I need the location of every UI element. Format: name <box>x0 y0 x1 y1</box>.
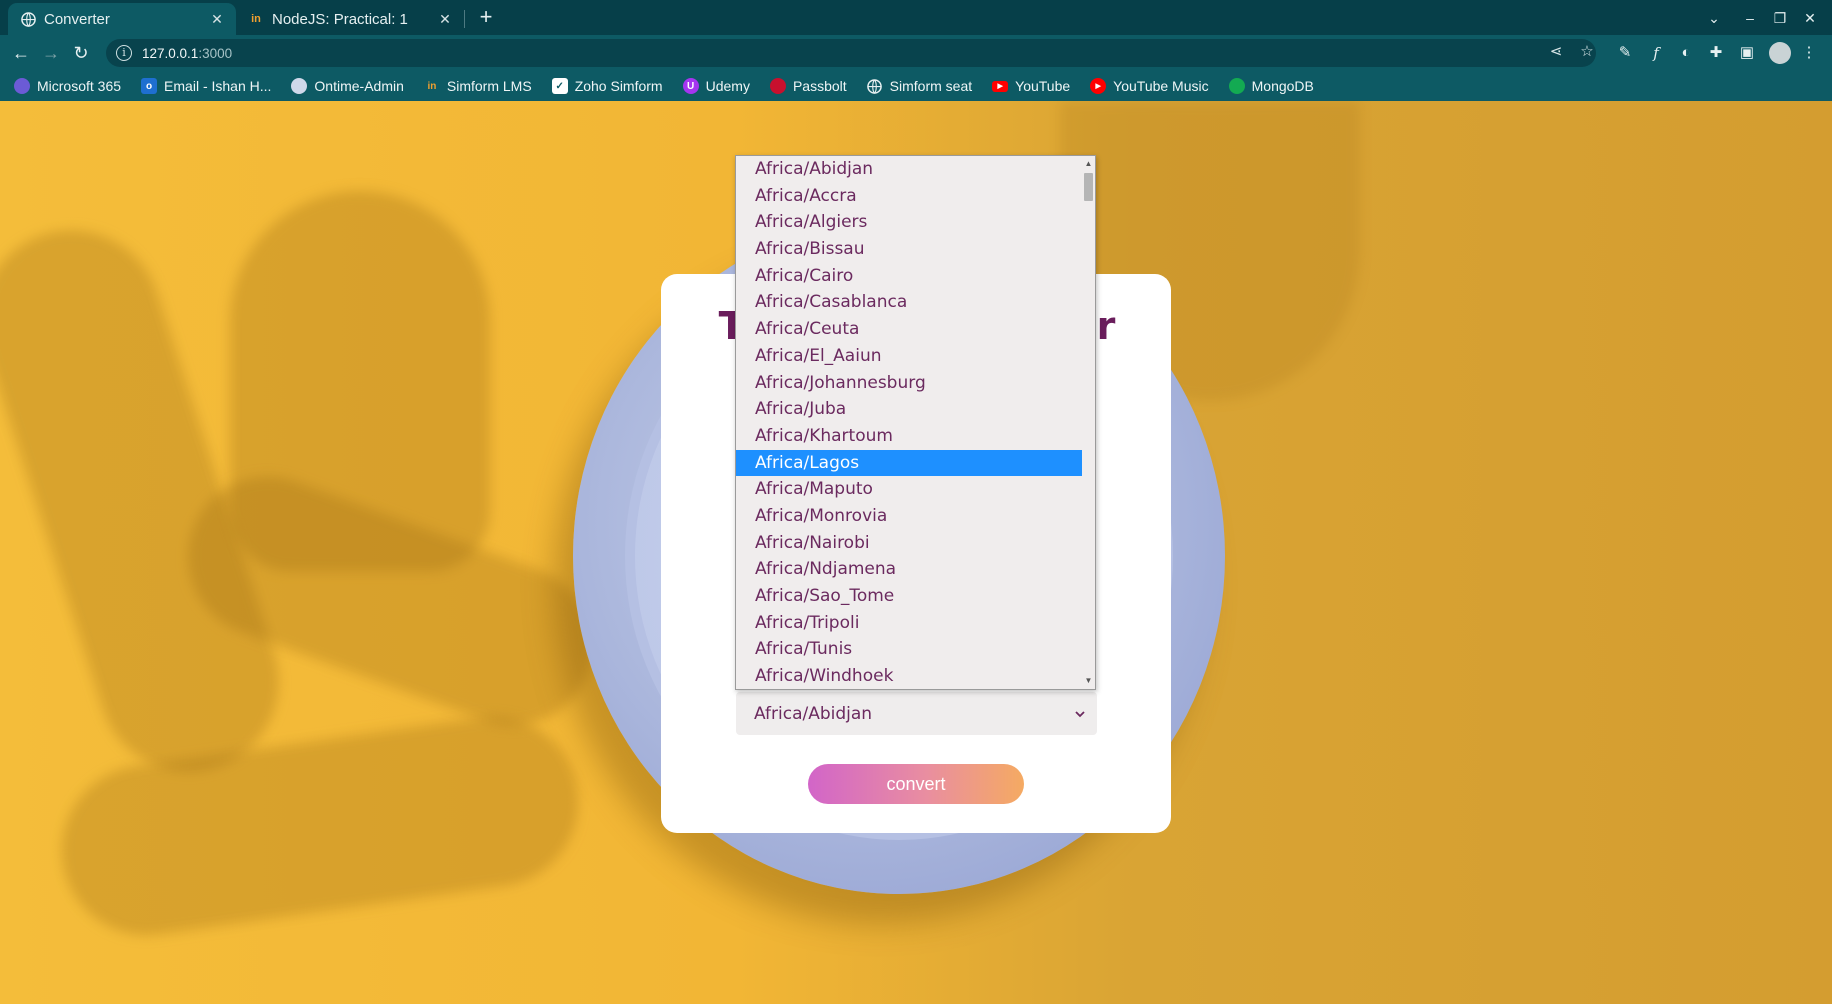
dropdown-scrollbar[interactable]: ▲ ▼ <box>1082 156 1095 689</box>
bookmark-simform-seat[interactable]: Simform seat <box>867 78 972 94</box>
dropdown-option[interactable]: Africa/Ndjamena <box>736 556 1082 583</box>
dropdown-option[interactable]: Africa/Casablanca <box>736 289 1082 316</box>
bookmark-simform-lms[interactable]: in Simform LMS <box>424 78 532 94</box>
tab-nodejs-practical[interactable]: in NodeJS: Practical: 1 ✕ <box>236 3 464 35</box>
outlook-icon: o <box>141 78 158 94</box>
url-port: :3000 <box>198 45 233 61</box>
bookmarks-bar: Microsoft 365 o Email - Ishan H... Ontim… <box>0 71 1832 101</box>
bookmark-label: Email - Ishan H... <box>164 78 272 94</box>
bookmark-label: Zoho Simform <box>574 78 663 94</box>
close-icon[interactable]: ✕ <box>436 10 454 28</box>
dropdown-option[interactable]: Africa/Monrovia <box>736 503 1082 530</box>
close-window-icon[interactable]: ✕ <box>1798 6 1822 30</box>
bookmark-label: Ontime-Admin <box>314 78 404 94</box>
bookmark-label: Simform seat <box>889 78 973 94</box>
convert-button[interactable]: convert <box>808 764 1024 804</box>
tab-title: NodeJS: Practical: 1 <box>272 10 408 28</box>
url-host: 127.0.0.1 <box>142 45 199 61</box>
tab-converter[interactable]: Converter ✕ <box>8 3 236 35</box>
tab-divider <box>464 10 465 28</box>
microsoft-365-icon <box>14 78 30 94</box>
back-icon[interactable]: ← <box>8 40 34 66</box>
bookmark-label: Simform LMS <box>446 78 532 94</box>
share-icon[interactable]: ⋖ <box>1545 41 1567 63</box>
dropdown-option[interactable]: Africa/Maputo <box>736 476 1082 503</box>
tab-bar: Converter ✕ in NodeJS: Practical: 1 ✕ + … <box>0 0 1832 35</box>
dropdown-option[interactable]: Africa/Bissau <box>736 236 1082 263</box>
dropdown-option[interactable]: Africa/Tripoli <box>736 610 1082 637</box>
bookmark-label: Passbolt <box>792 78 847 94</box>
dropdown-option[interactable]: Africa/Windhoek <box>736 663 1082 689</box>
dropdown-option[interactable]: Africa/Tunis <box>736 636 1082 663</box>
address-bar[interactable]: i 127.0.0.1:3000 <box>106 39 1596 67</box>
reload-icon[interactable]: ↻ <box>68 40 94 66</box>
bookmark-label: YouTube <box>1015 78 1071 94</box>
dropdown-option[interactable]: Africa/El_Aaiun <box>736 343 1082 370</box>
new-tab-button[interactable]: + <box>474 6 498 30</box>
udemy-icon: U <box>682 78 699 94</box>
bookmark-youtube-music[interactable]: ▶ YouTube Music <box>1090 78 1209 94</box>
dropdown-option[interactable]: Africa/Lagos <box>736 449 1082 477</box>
bookmark-mongodb[interactable]: MongoDB <box>1228 78 1314 94</box>
globe-icon <box>20 11 36 27</box>
chevron-down-icon <box>1075 707 1085 721</box>
bookmark-microsoft-365[interactable]: Microsoft 365 <box>14 78 121 94</box>
bookmark-label: Microsoft 365 <box>37 78 122 94</box>
dropdown-option[interactable]: Africa/Sao_Tome <box>736 583 1082 610</box>
mongodb-icon <box>1228 78 1245 94</box>
timezone-dropdown-list[interactable]: Africa/Abidjan Africa/Accra Africa/Algiers… <box>735 155 1096 690</box>
forward-icon[interactable]: → <box>38 40 64 66</box>
profile-avatar[interactable] <box>1769 42 1791 64</box>
site-info-icon[interactable]: i <box>116 45 132 61</box>
bookmark-ontime-admin[interactable]: Ontime-Admin <box>291 78 404 94</box>
youtube-music-icon: ▶ <box>1090 78 1107 94</box>
tab-title: Converter <box>44 10 110 28</box>
dropdown-option[interactable]: Africa/Accra <box>736 183 1082 210</box>
timezone-select-value: Africa/Abidjan <box>754 703 873 724</box>
bookmark-label: MongoDB <box>1251 78 1314 94</box>
bookmark-udemy[interactable]: U Udemy <box>682 78 750 94</box>
dropdown-option[interactable]: Africa/Khartoum <box>736 423 1082 450</box>
dropdown-option[interactable]: Africa/Juba <box>736 396 1082 423</box>
pen-extension-icon[interactable]: ✎ <box>1614 42 1636 64</box>
dropdown-option[interactable]: Africa/Cairo <box>736 263 1082 290</box>
menu-kebab-icon[interactable]: ⋮ <box>1798 42 1820 64</box>
contrast-extension-icon[interactable]: ◐ <box>1675 42 1697 64</box>
extensions-puzzle-icon[interactable]: ✚ <box>1705 42 1727 64</box>
browser-toolbar: ← → ↻ i 127.0.0.1:3000 ⋖ ☆ <box>0 35 1832 71</box>
tab-search-chevron-icon[interactable]: ⌄ <box>1702 6 1726 30</box>
close-icon[interactable]: ✕ <box>208 10 226 28</box>
dropdown-options: Africa/Abidjan Africa/Accra Africa/Algiers… <box>736 156 1082 689</box>
dropdown-option[interactable]: Africa/Ceuta <box>736 316 1082 343</box>
zoho-icon: ✓ <box>551 78 568 94</box>
youtube-icon: ▶ <box>992 80 1009 92</box>
bookmark-youtube[interactable]: ▶ YouTube <box>992 78 1070 94</box>
scroll-up-icon[interactable]: ▲ <box>1082 158 1095 170</box>
dropdown-option[interactable]: Africa/Nairobi <box>736 530 1082 557</box>
dropdown-option[interactable]: Africa/Johannesburg <box>736 370 1082 397</box>
minimize-icon[interactable]: – <box>1738 6 1762 30</box>
ontime-icon <box>291 78 308 94</box>
simform-favicon-icon: in <box>251 13 261 25</box>
simform-lms-icon: in <box>427 80 437 92</box>
passbolt-icon <box>769 78 786 94</box>
timezone-select[interactable]: Africa/Abidjan <box>736 692 1097 735</box>
bookmark-zoho-simform[interactable]: ✓ Zoho Simform <box>551 78 663 94</box>
restore-icon[interactable]: ❐ <box>1768 6 1792 30</box>
scroll-down-icon[interactable]: ▼ <box>1082 675 1095 687</box>
bookmark-passbolt[interactable]: Passbolt <box>769 78 847 94</box>
bookmark-label: YouTube Music <box>1113 78 1209 94</box>
formula-extension-icon[interactable]: f <box>1645 42 1667 64</box>
bookmark-label: Udemy <box>705 78 750 94</box>
scrollbar-thumb[interactable] <box>1084 173 1093 201</box>
globe-icon <box>867 78 883 94</box>
bookmark-star-icon[interactable]: ☆ <box>1576 41 1598 63</box>
title-right-fragment: r <box>1096 304 1116 348</box>
side-panel-icon[interactable]: ▣ <box>1736 42 1758 64</box>
dropdown-option[interactable]: Africa/Algiers <box>736 209 1082 236</box>
bookmark-email[interactable]: o Email - Ishan H... <box>141 78 271 94</box>
dropdown-option[interactable]: Africa/Abidjan <box>736 156 1082 183</box>
